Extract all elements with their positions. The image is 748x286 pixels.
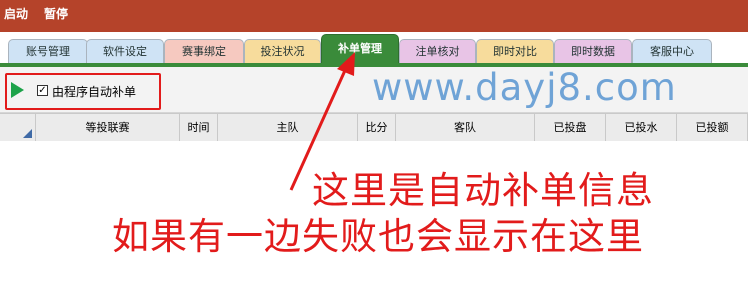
annotation-line-2: 如果有一边失败也会显示在这里 [112,215,644,258]
